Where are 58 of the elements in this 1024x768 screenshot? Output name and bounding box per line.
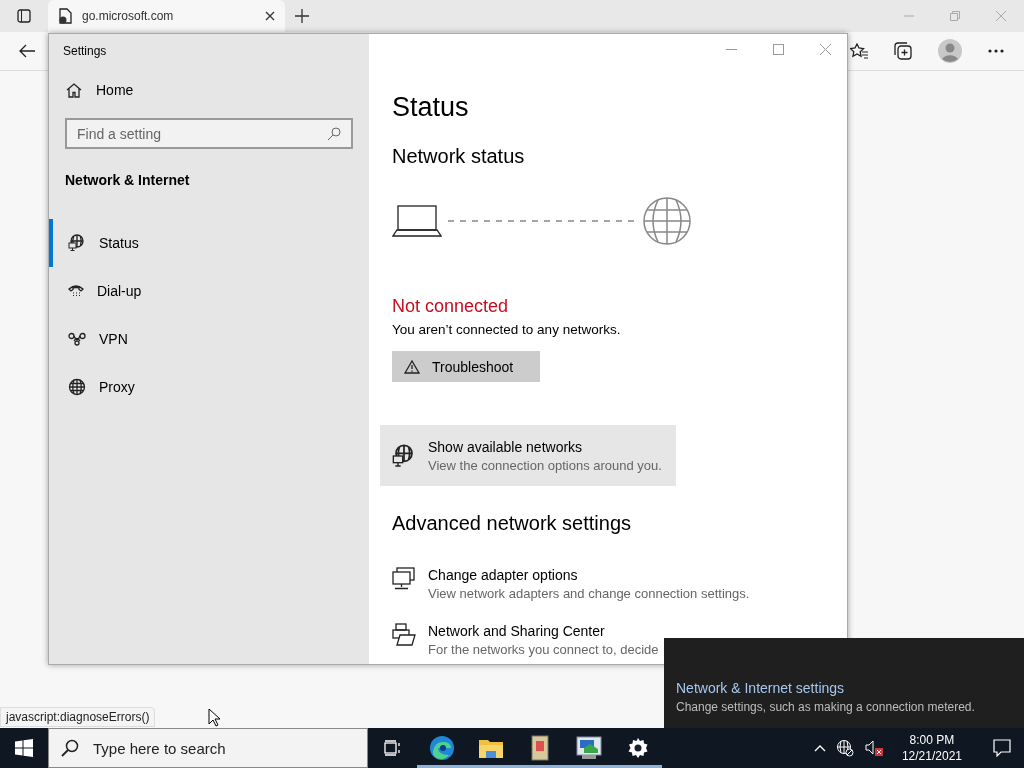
show-networks-item[interactable]: Show available networks View the connection options around you. bbox=[380, 425, 676, 486]
more-icon[interactable] bbox=[988, 49, 1004, 53]
task-view-icon[interactable] bbox=[383, 740, 402, 756]
phone-icon bbox=[68, 283, 84, 299]
settings-icon[interactable] bbox=[626, 737, 649, 759]
page-title: Status bbox=[392, 92, 470, 123]
section-heading: Network & Internet bbox=[65, 172, 191, 188]
back-arrow-icon[interactable] bbox=[18, 43, 36, 59]
link-description: For the networks you connect to, decide bbox=[428, 642, 659, 657]
notebook-icon[interactable] bbox=[529, 735, 550, 761]
chevron-up-icon[interactable] bbox=[813, 744, 826, 752]
taskbar-clock[interactable]: 8:00 PM 12/21/2021 bbox=[901, 733, 962, 763]
connection-message: You aren’t connected to any networks. bbox=[392, 322, 622, 337]
nav-item[interactable]: Dial-up bbox=[49, 267, 369, 315]
windows-logo-icon[interactable] bbox=[15, 739, 33, 757]
toast-description: Change settings, such as making a connection metered. bbox=[676, 700, 976, 714]
item-title: Show available networks bbox=[428, 438, 584, 455]
item-description: View the connection options around you. bbox=[428, 457, 662, 473]
nav-item[interactable]: Proxy bbox=[49, 363, 369, 411]
globe-monitor-icon bbox=[68, 234, 86, 252]
profile-avatar-icon[interactable] bbox=[938, 39, 962, 63]
globe-icon bbox=[68, 378, 86, 396]
printer-folder-icon bbox=[392, 623, 416, 647]
globe-icon bbox=[642, 196, 692, 246]
collections-icon[interactable] bbox=[894, 42, 912, 60]
laptop-icon bbox=[392, 203, 442, 239]
maximize-icon[interactable] bbox=[773, 44, 784, 55]
speaker-muted-icon[interactable] bbox=[863, 739, 884, 757]
window-title: Settings bbox=[62, 43, 108, 60]
globe-monitor-icon bbox=[392, 443, 416, 468]
favorites-icon[interactable] bbox=[850, 43, 868, 59]
tab-actions-icon[interactable] bbox=[17, 9, 31, 23]
search-field[interactable]: Find a setting bbox=[65, 118, 353, 149]
home-link[interactable]: Home bbox=[66, 82, 369, 98]
browser-icon[interactable] bbox=[428, 735, 455, 761]
monitors-icon bbox=[392, 567, 416, 591]
new-tab-icon[interactable] bbox=[295, 9, 309, 23]
home-icon bbox=[66, 82, 82, 98]
settings-link[interactable]: Change adapter options bbox=[428, 567, 750, 583]
warning-icon bbox=[404, 359, 420, 374]
search-icon bbox=[61, 739, 79, 757]
notification-icon[interactable] bbox=[993, 739, 1011, 757]
close-icon[interactable] bbox=[265, 11, 275, 21]
connection-status: Not connected bbox=[392, 296, 510, 317]
folder-icon[interactable] bbox=[477, 737, 504, 759]
section-heading: Advanced network settings bbox=[392, 512, 633, 535]
section-heading: Network status bbox=[392, 145, 526, 168]
globe-blocked-icon[interactable] bbox=[835, 739, 854, 757]
status-url-text: javascript:diagnoseErrors() bbox=[0, 707, 156, 727]
taskbar-search-field[interactable]: Type here to search bbox=[48, 728, 368, 768]
settings-link[interactable]: Network and Sharing Center bbox=[428, 623, 659, 639]
search-icon bbox=[327, 126, 341, 141]
settings-link[interactable]: Network & Internet settings bbox=[676, 680, 1024, 696]
link-description: View network adapters and change connection settings. bbox=[428, 586, 750, 601]
troubleshoot-button[interactable]: Troubleshoot bbox=[392, 351, 540, 382]
browser-tab[interactable]: go.microsoft.com bbox=[48, 0, 285, 32]
nav-item[interactable]: VPN bbox=[49, 315, 369, 363]
vpn-link-icon bbox=[68, 332, 86, 346]
